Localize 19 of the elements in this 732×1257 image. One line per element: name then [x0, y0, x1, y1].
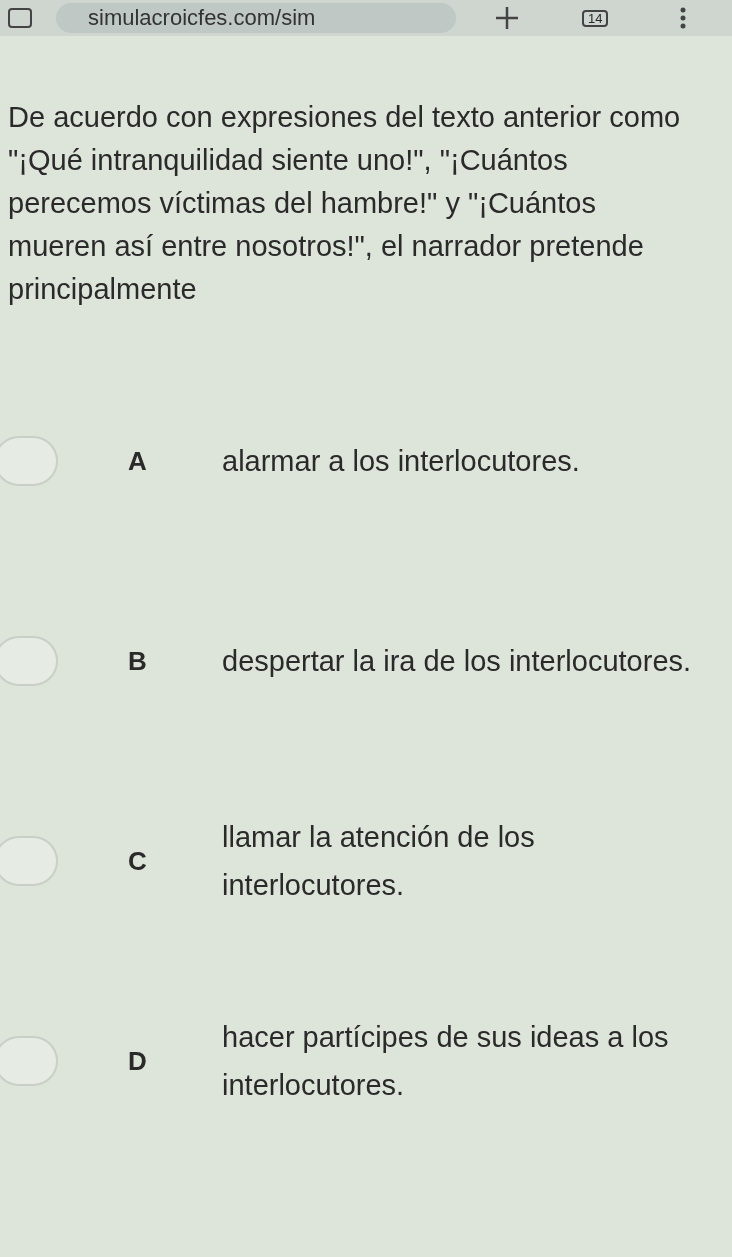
option-text: llamar la atención de los interlocutores.	[222, 820, 536, 903]
option-letter: C	[128, 844, 148, 878]
option-letter: D	[128, 1044, 148, 1078]
new-tab-icon[interactable]	[496, 7, 518, 29]
tab-count-button[interactable]: 14	[582, 9, 609, 27]
radio-button[interactable]	[0, 636, 58, 686]
option-text: hacer partícipes de sus ideas a los interlocutores.	[222, 1020, 670, 1103]
option-letter: A	[128, 444, 148, 478]
radio-button[interactable]	[0, 1036, 58, 1086]
menu-icon[interactable]	[680, 7, 687, 29]
address-bar[interactable]: simulacroicfes.com/sim	[56, 3, 456, 33]
url-text: simulacroicfes.com/sim	[88, 7, 316, 29]
tab-icon[interactable]	[8, 8, 32, 28]
radio-button[interactable]	[0, 436, 58, 486]
radio-button[interactable]	[0, 836, 58, 886]
option-letter: B	[128, 644, 148, 678]
option-text: despertar la ira de los interlocutores.	[222, 644, 693, 679]
option-text: alarmar a los interlocutores.	[222, 444, 581, 479]
question-text: De acuerdo con expresiones del texto anterior como "¡Qué intranquilidad siente uno!", "¡Cuántos perecemos víctimas del hambre!" y "¡Cuántos mueren así entre nosotros!", el narrador pretende principalmente	[7, 100, 682, 307]
